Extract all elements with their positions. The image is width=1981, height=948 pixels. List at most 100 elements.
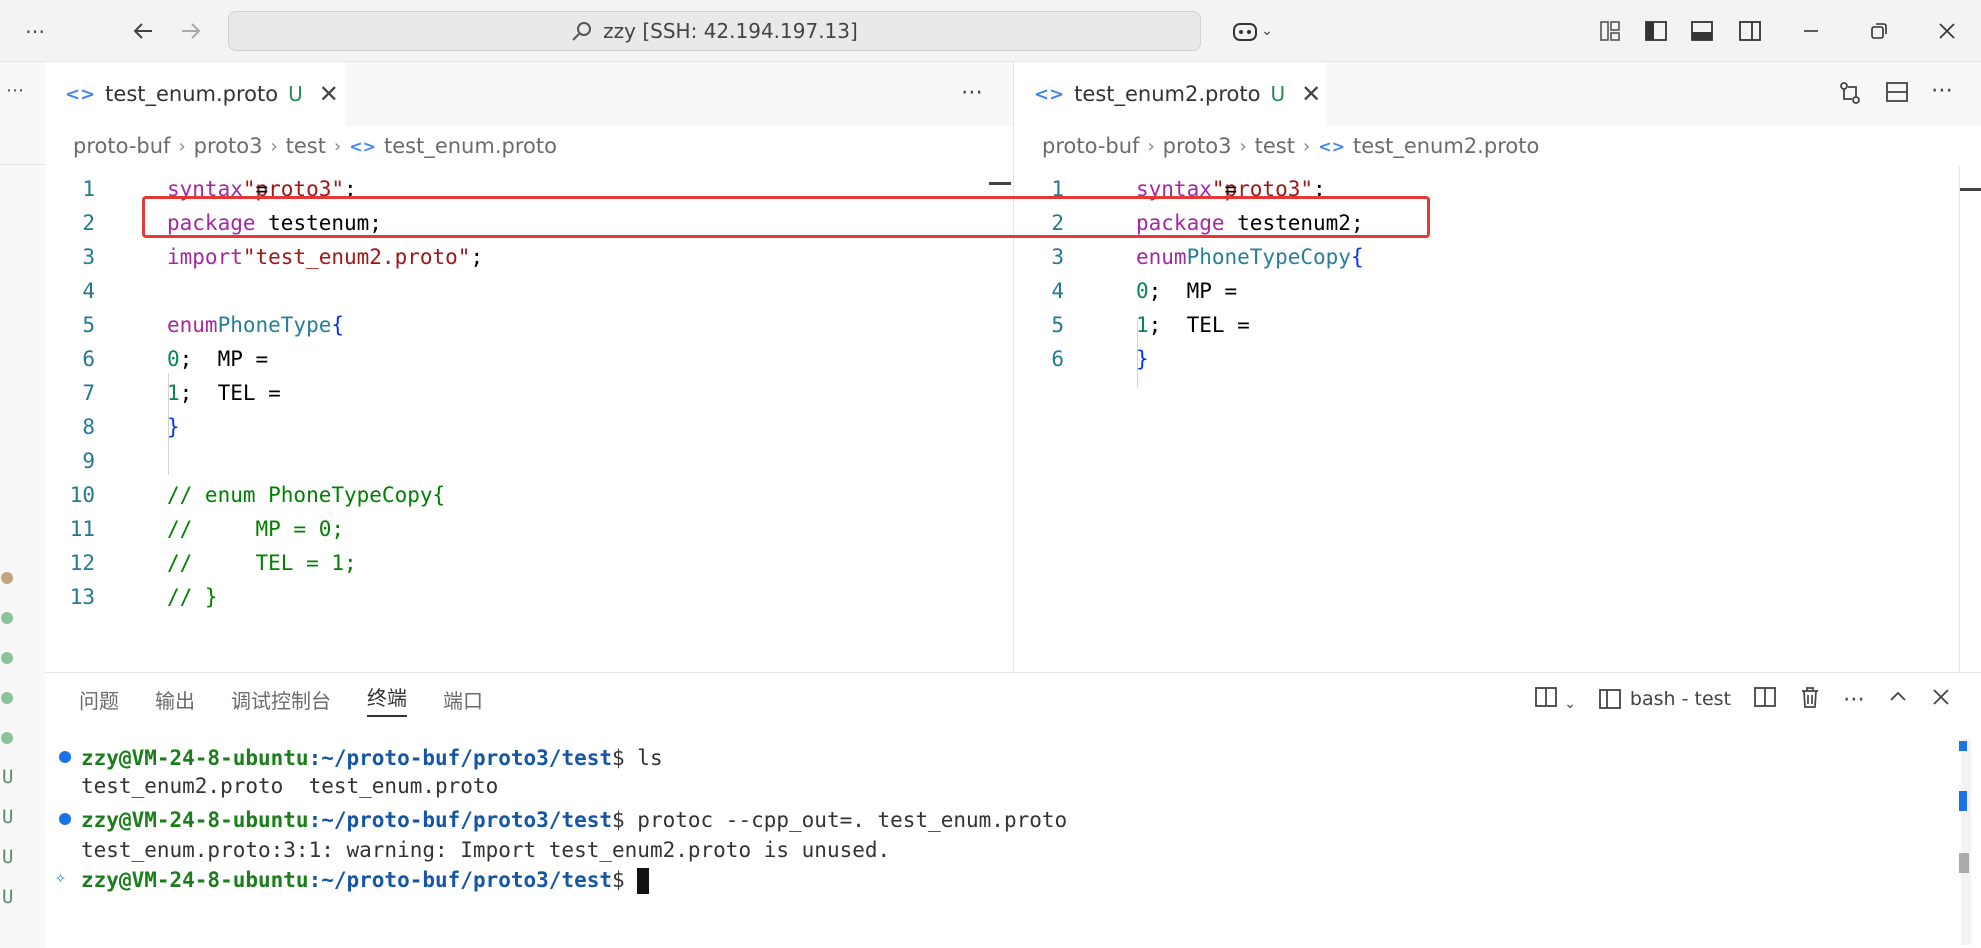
line-number: 4 [1051, 279, 1064, 303]
tab-ports[interactable]: 端口 [425, 673, 501, 725]
editor-actions-ellipsis-icon[interactable]: ⋯ [961, 80, 983, 105]
tab-status: U [1270, 82, 1286, 106]
code-line[interactable]: 13 // } [45, 580, 1013, 614]
code-line[interactable]: 6 MP = 0; [45, 342, 1013, 376]
terminal-line: test_enum.proto:3:1: warning: Import tes… [81, 835, 890, 865]
code-line[interactable]: 8} [45, 410, 1013, 444]
editor-actions-ellipsis-icon[interactable]: ⋯ [1931, 78, 1953, 103]
git-decoration-dot [1, 652, 13, 664]
tab-test-enum-proto[interactable]: <> test_enum.proto U ✕ [45, 62, 345, 126]
panel-tabs: 问题 输出 调试控制台 终端 端口 [45, 673, 501, 725]
code-line[interactable]: 10 // enum PhoneTypeCopy{ [45, 478, 1013, 512]
prompt-path: :~/proto-buf/proto3/test [308, 808, 613, 832]
close-window-icon[interactable] [1932, 14, 1962, 48]
scrollbar-thumb[interactable] [1959, 853, 1969, 873]
terminal-selector[interactable]: bash - test [1598, 688, 1731, 710]
divider [0, 164, 45, 165]
terminal-cursor [637, 868, 650, 894]
line-number: 1 [82, 177, 95, 201]
command-decoration-dot [59, 813, 71, 825]
code-text: enum PhoneTypeCopy{ [1136, 245, 1364, 269]
chevron-right-icon: › [270, 135, 278, 157]
minimap-slider[interactable] [989, 182, 1011, 185]
trash-icon[interactable] [1799, 685, 1821, 714]
code-line[interactable]: 5 TEL = 1; [1014, 308, 1981, 342]
close-panel-icon[interactable] [1931, 687, 1951, 712]
breadcrumb-item[interactable]: proto-buf [1042, 134, 1139, 158]
tab-bar: <> test_enum.proto U ✕ ⋯ [45, 62, 1013, 126]
scroll-marker [1959, 791, 1967, 811]
tab-output[interactable]: 输出 [137, 673, 213, 725]
line-number: 8 [82, 415, 95, 439]
toggle-secondary-sidebar-icon[interactable] [1736, 14, 1764, 48]
forward-icon[interactable] [174, 14, 208, 48]
tab-test-enum2-proto[interactable]: <> test_enum2.proto U ✕ [1014, 62, 1326, 126]
code-editor[interactable]: 1 syntax = "proto3"; 2 package testenum2; 3 e… [1014, 166, 1981, 672]
split-terminal-icon[interactable] [1753, 686, 1777, 713]
untracked-marker: U [2, 886, 14, 908]
untracked-marker: U [2, 846, 14, 868]
chevron-up-icon[interactable] [1887, 686, 1909, 713]
line-number: 3 [1051, 245, 1064, 269]
tab-problems[interactable]: 问题 [45, 673, 137, 725]
close-tab-icon[interactable]: ✕ [319, 80, 339, 108]
code-line[interactable]: 6} [1014, 342, 1981, 376]
line-number: 9 [82, 449, 95, 473]
breadcrumb-item[interactable]: test [1255, 134, 1295, 158]
terminal-line: test_enum2.proto test_enum.proto [81, 771, 498, 801]
code-line[interactable]: 4 MP = 0; [1014, 274, 1981, 308]
toggle-sidebar-icon[interactable] [1642, 14, 1670, 48]
restore-icon[interactable] [1864, 14, 1894, 48]
compare-changes-icon[interactable] [1837, 80, 1863, 110]
code-line[interactable]: 12 // TEL = 1; [45, 546, 1013, 580]
tab-debug-console[interactable]: 调试控制台 [213, 673, 349, 725]
code-text: // MP = 0; [167, 517, 345, 541]
code-line[interactable]: 5 enum PhoneType{ [45, 308, 1013, 342]
breadcrumb-item[interactable]: test [286, 134, 326, 158]
highlight-package-lines [142, 196, 1430, 238]
breadcrumb-item[interactable]: proto3 [1163, 134, 1232, 158]
terminal-line: zzy@VM-24-8-ubuntu:~/proto-buf/proto3/te… [81, 805, 1067, 835]
line-number: 10 [69, 483, 95, 507]
terminal-scrollbar[interactable] [1961, 739, 1971, 945]
code-editor[interactable]: 1 syntax = "proto3"; 2 package testenum; 3 im… [45, 166, 1013, 672]
breadcrumb-item[interactable]: test_enum.proto [384, 134, 557, 158]
code-line[interactable]: 9 [45, 444, 1013, 478]
ellipsis-icon[interactable]: ⋯ [0, 80, 30, 101]
line-number: 6 [82, 347, 95, 371]
search-text: zzy [SSH: 42.194.197.13] [603, 19, 858, 43]
ellipsis-icon[interactable]: ⋯ [1843, 687, 1865, 712]
code-line[interactable]: 11 // MP = 0; [45, 512, 1013, 546]
code-line[interactable]: 7 TEL = 1; [45, 376, 1013, 410]
title-bar: ⋯ zzy [SSH: 42.194.197.13] ⌄ [0, 0, 1981, 62]
toggle-panel-icon[interactable] [1688, 14, 1716, 48]
breadcrumb-item[interactable]: test_enum2.proto [1353, 134, 1539, 158]
terminal-line: zzy@VM-24-8-ubuntu:~/proto-buf/proto3/te… [81, 865, 650, 895]
bottom-panel: 问题 输出 调试控制台 终端 端口 ⌄ bash - test ⋯ zzy@VM… [45, 672, 1981, 948]
sparkle-icon[interactable]: ✧ [55, 867, 66, 888]
back-icon[interactable] [126, 14, 160, 48]
minimap-slider[interactable] [1960, 188, 1981, 191]
line-number: 13 [69, 585, 95, 609]
breadcrumb-item[interactable]: proto-buf [73, 134, 170, 158]
customize-layout-icon[interactable] [1596, 14, 1624, 48]
split-editor-icon[interactable] [1885, 80, 1909, 108]
code-text: // TEL = 1; [167, 551, 357, 575]
breadcrumb-item[interactable]: proto3 [194, 134, 263, 158]
minimize-icon[interactable] [1796, 14, 1826, 48]
line-number: 12 [69, 551, 95, 575]
panel-actions: ⌄ bash - test ⋯ [1534, 673, 1951, 725]
editor-scrollbar[interactable] [1959, 166, 1960, 672]
git-decoration-dot [1, 692, 13, 704]
close-tab-icon[interactable]: ✕ [1301, 80, 1321, 108]
new-terminal-split-icon[interactable]: ⌄ [1534, 686, 1576, 713]
terminal[interactable]: zzy@VM-24-8-ubuntu:~/proto-buf/proto3/te… [45, 741, 1951, 948]
command-center-search[interactable]: zzy [SSH: 42.194.197.13] [228, 11, 1201, 51]
code-line[interactable]: 3 import "test_enum2.proto"; [45, 240, 1013, 274]
untracked-marker: U [2, 806, 14, 828]
code-line[interactable]: 3 enum PhoneTypeCopy{ [1014, 240, 1981, 274]
code-line[interactable]: 4 [45, 274, 1013, 308]
tab-terminal[interactable]: 终端 [349, 673, 425, 725]
copilot-icon[interactable]: ⌄ [1224, 14, 1280, 48]
ellipsis-icon[interactable]: ⋯ [20, 14, 50, 48]
